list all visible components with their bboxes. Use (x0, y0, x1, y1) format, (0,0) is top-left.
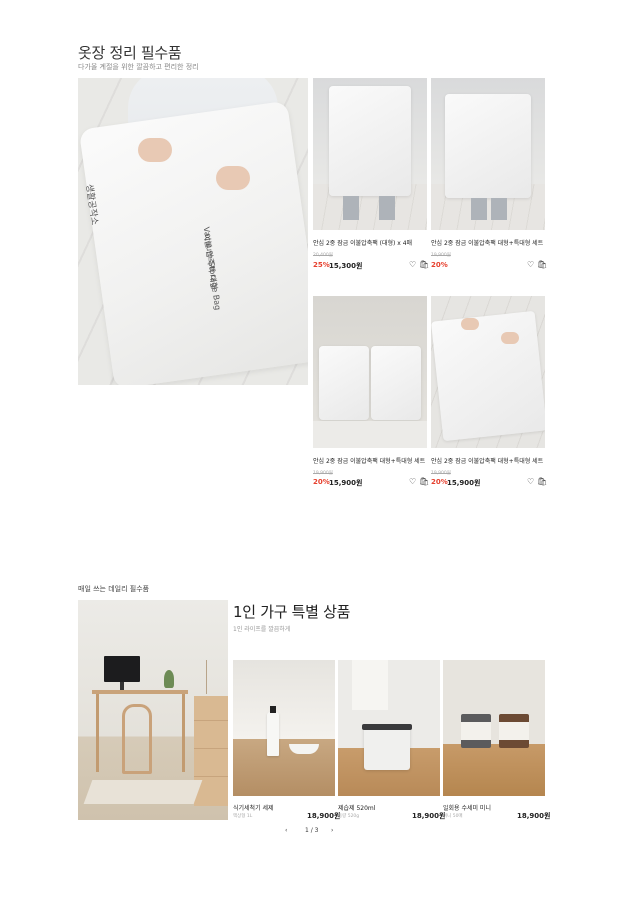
bag (445, 94, 531, 198)
original-price: 19,900원 (431, 471, 451, 476)
counter (233, 738, 335, 796)
product-image[interactable] (431, 78, 545, 230)
original-price: 20,400원 (313, 253, 333, 258)
leg (491, 198, 507, 220)
product-option: 미니 50매 (443, 814, 463, 819)
product-name[interactable]: 안심 2중 잠금 이불압축팩 대형+특대형 세트 (431, 238, 543, 247)
bottle-cap (270, 706, 276, 713)
rug (83, 780, 203, 804)
section-title: 1인 가구 특별 상품 (233, 603, 351, 621)
cart-icon[interactable]: 🛍 (537, 478, 547, 486)
desk-leg (182, 694, 185, 772)
cabinet (194, 696, 228, 806)
pagination: ‹ 1 / 3 › (285, 827, 341, 837)
page-indicator: 1 / 3 (305, 827, 319, 834)
desk (92, 690, 188, 694)
hand (501, 332, 519, 344)
product-name[interactable]: 안심 2중 잠금 이불압축팩 대형+특대형 세트 (313, 456, 425, 465)
product-image[interactable] (431, 296, 545, 448)
section-title: 옷장 정리 필수품 (78, 44, 182, 62)
heart-icon[interactable]: ♡ (527, 478, 534, 486)
cart-icon[interactable]: 🛍 (419, 261, 429, 269)
heart-icon[interactable]: ♡ (527, 261, 534, 269)
section-subtitle: 다가올 계절을 위한 깔끔하고 편리한 정리 (78, 63, 199, 71)
bag (371, 346, 421, 420)
section-subtitle: 1인 라이프를 깔끔하게 (233, 626, 291, 633)
hand (138, 138, 172, 162)
product-name[interactable]: 안심 2중 잠금 이불압축팩 대형+특대형 세트 (431, 456, 543, 465)
product-image[interactable] (338, 660, 440, 796)
counter (443, 744, 545, 796)
product-name[interactable]: 안심 2중 잠금 이불압축팩 (대형) x 4매 (313, 238, 412, 247)
bag (329, 86, 411, 196)
section-label: 매일 쓰는 데일리 필수품 (78, 585, 150, 593)
monitor (104, 656, 140, 682)
discount-rate: 20% (431, 261, 448, 269)
discount-rate: 20% (313, 478, 330, 486)
hand (216, 166, 250, 190)
product-image[interactable] (313, 78, 427, 230)
heart-icon[interactable]: ♡ (409, 478, 416, 486)
product-price: 18,900원 (517, 812, 551, 820)
product-price: 18,900원 (307, 812, 341, 820)
product-option: 용량 520g (338, 814, 360, 819)
sale-price: 15,900원 (447, 479, 481, 487)
bag (319, 346, 369, 420)
dehumidifier-lid (362, 724, 412, 730)
leg (379, 196, 395, 220)
bag (431, 310, 545, 442)
product-image[interactable] (443, 660, 545, 796)
heart-icon[interactable]: ♡ (409, 261, 416, 269)
lifestyle-image[interactable] (78, 600, 228, 820)
leg (471, 198, 487, 220)
dehumidifier (364, 726, 410, 770)
hero-bag (78, 100, 308, 385)
product-image[interactable] (233, 660, 335, 796)
label (499, 722, 529, 740)
wall (233, 660, 335, 739)
discount-rate: 25% (313, 261, 330, 269)
product-price: 18,900원 (412, 812, 446, 820)
discount-rate: 20% (431, 478, 448, 486)
hero-image[interactable]: 생활공작소 이불 압축팩 대형 Vacuum Storage Bag (78, 78, 308, 385)
towel (352, 660, 388, 710)
plant (164, 670, 174, 688)
leg (343, 196, 359, 220)
product-name[interactable]: 제습제 520ml (338, 803, 375, 812)
desk-leg (96, 694, 99, 772)
vase (206, 660, 214, 694)
cart-icon[interactable]: 🛍 (419, 478, 429, 486)
original-price: 19,900원 (313, 471, 333, 476)
label (461, 722, 491, 740)
monitor-stand (120, 682, 124, 690)
bottle (267, 712, 279, 756)
product-option: 액상형 1L (233, 814, 253, 819)
hand (461, 318, 479, 330)
chair (122, 704, 152, 774)
chevron-right-icon[interactable]: › (331, 827, 333, 834)
chevron-left-icon[interactable]: ‹ (285, 827, 287, 834)
sale-price: 15,900원 (329, 479, 363, 487)
floor (313, 420, 427, 448)
original-price: 19,900원 (431, 253, 451, 258)
product-name[interactable]: 일회용 수세미 미니 (443, 803, 491, 812)
product-image[interactable] (313, 296, 427, 448)
sale-price: 15,300원 (329, 262, 363, 270)
cart-icon[interactable]: 🛍 (537, 261, 547, 269)
product-name[interactable]: 식기세척기 세제 (233, 803, 274, 812)
